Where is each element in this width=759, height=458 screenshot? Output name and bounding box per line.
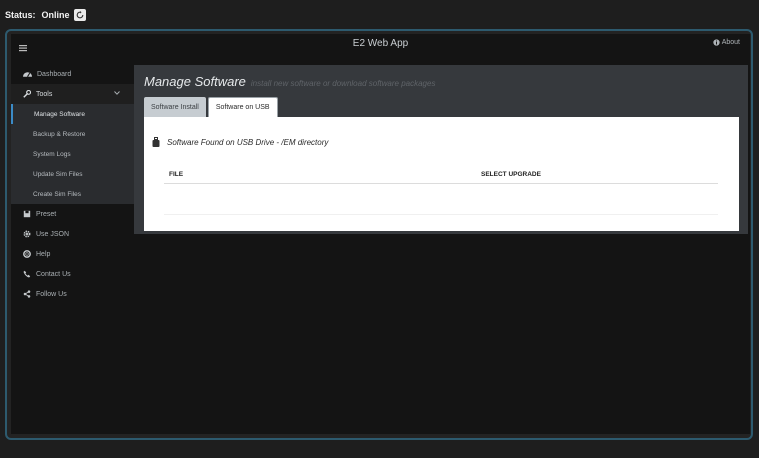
status-bar: Status: Online xyxy=(0,0,759,30)
tab-software-on-usb[interactable]: Software on USB xyxy=(207,97,278,117)
column-header-select-upgrade: SELECT UPGRADE xyxy=(481,171,541,178)
tab-software-install[interactable]: Software Install xyxy=(144,97,206,117)
tab-label: Software Install xyxy=(151,103,199,111)
page-title: Manage Software xyxy=(144,74,246,89)
sidebar-item-dashboard[interactable]: Dashboard xyxy=(11,64,134,84)
sidebar-item-contact-us[interactable]: Contact Us xyxy=(11,264,134,284)
sidebar-item-help[interactable]: Help xyxy=(11,244,134,264)
content-area: Manage Software install new software or … xyxy=(134,65,748,234)
submenu-item-backup-restore[interactable]: Backup & Restore xyxy=(11,124,134,144)
sidebar-item-use-json[interactable]: Use JSON xyxy=(11,224,134,244)
sidebar-item-tools[interactable]: Tools xyxy=(11,84,134,104)
page-header: Manage Software install new software or … xyxy=(144,74,435,89)
sidebar-item-label: Dashboard xyxy=(37,70,72,78)
app-window: E2 Web App About Dashboard Tools Manage … xyxy=(11,34,750,434)
refresh-status-button[interactable] xyxy=(73,9,86,21)
panel-heading: Software Found on USB Drive - /EM direct… xyxy=(152,137,328,147)
about-label: About xyxy=(721,39,740,46)
submenu-item-create-sim-files[interactable]: Create Sim Files xyxy=(11,184,134,204)
gear-icon xyxy=(23,230,31,238)
sidebar-item-label: Follow Us xyxy=(36,290,67,298)
panel-title: Software Found on USB Drive - /EM direct… xyxy=(167,137,329,147)
app-title: E2 Web App xyxy=(352,38,409,49)
submenu-item-manage-software[interactable]: Manage Software xyxy=(11,104,134,124)
usb-software-panel: Software Found on USB Drive - /EM direct… xyxy=(144,117,739,231)
submenu-item-label: Update Sim Files xyxy=(33,170,83,178)
tools-submenu: Manage Software Backup & Restore System … xyxy=(11,104,134,204)
status-value: Online xyxy=(41,10,70,20)
wrench-icon xyxy=(23,90,31,98)
sidebar-item-label: Tools xyxy=(36,90,53,98)
submenu-item-label: Manage Software xyxy=(34,110,85,118)
about-link[interactable]: About xyxy=(713,39,740,46)
sidebar-item-label: Use JSON xyxy=(36,230,70,238)
sidebar: Dashboard Tools Manage Software Backup &… xyxy=(11,64,134,304)
sidebar-item-preset[interactable]: Preset xyxy=(11,204,134,224)
submenu-item-label: Create Sim Files xyxy=(33,190,82,198)
tab-label: Software on USB xyxy=(215,104,270,111)
usb-drive-icon xyxy=(152,137,160,147)
share-icon xyxy=(23,290,31,298)
submenu-item-update-sim-files[interactable]: Update Sim Files xyxy=(11,164,134,184)
dashboard-icon xyxy=(23,72,32,77)
tab-bar: Software Install Software on USB xyxy=(144,97,280,117)
status-label: Status: xyxy=(5,10,36,20)
lifebuoy-icon xyxy=(23,250,31,258)
submenu-item-label: Backup & Restore xyxy=(33,130,86,138)
sidebar-item-label: Contact Us xyxy=(36,270,71,278)
top-bar: E2 Web App About xyxy=(11,34,750,56)
software-table-header: FILE SELECT UPGRADE xyxy=(164,166,718,184)
column-header-file: FILE xyxy=(169,171,184,178)
refresh-icon xyxy=(76,11,83,19)
submenu-item-system-logs[interactable]: System Logs xyxy=(11,144,134,164)
preset-icon xyxy=(23,210,31,218)
table-divider xyxy=(164,214,718,215)
chevron-down-icon xyxy=(114,91,120,95)
info-icon xyxy=(713,39,720,46)
sidebar-item-follow-us[interactable]: Follow Us xyxy=(11,284,134,304)
sidebar-item-label: Preset xyxy=(36,210,57,218)
phone-icon xyxy=(23,270,31,278)
submenu-item-label: System Logs xyxy=(33,150,71,158)
page-subtitle: install new software or download softwar… xyxy=(250,79,436,88)
sidebar-item-label: Help xyxy=(36,250,51,258)
